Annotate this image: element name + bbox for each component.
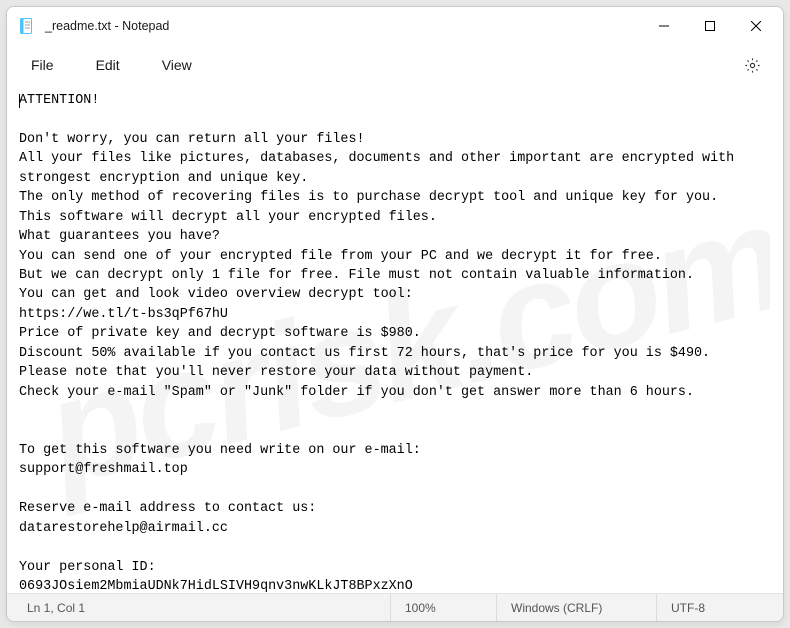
status-position: Ln 1, Col 1 [13,594,391,621]
text-content[interactable]: ATTENTION! Don't worry, you can return a… [19,91,771,593]
window-title: _readme.txt - Notepad [45,19,169,33]
menubar: File Edit View [7,45,783,85]
notepad-window: _readme.txt - Notepad File Edit View pcr… [6,6,784,622]
titlebar: _readme.txt - Notepad [7,7,783,45]
menu-edit[interactable]: Edit [86,51,130,79]
minimize-button[interactable] [641,10,687,42]
editor-area[interactable]: pcrisk.com ATTENTION! Don't worry, you c… [7,85,783,593]
status-zoom: 100% [391,594,497,621]
status-encoding: UTF-8 [657,594,777,621]
settings-button[interactable] [735,48,769,82]
document-text: ATTENTION! Don't worry, you can return a… [19,93,742,593]
notepad-icon [19,18,35,34]
statusbar: Ln 1, Col 1 100% Windows (CRLF) UTF-8 [7,593,783,621]
close-button[interactable] [733,10,779,42]
status-lineending: Windows (CRLF) [497,594,657,621]
menu-view[interactable]: View [152,51,202,79]
maximize-button[interactable] [687,10,733,42]
menu-file[interactable]: File [21,51,64,79]
